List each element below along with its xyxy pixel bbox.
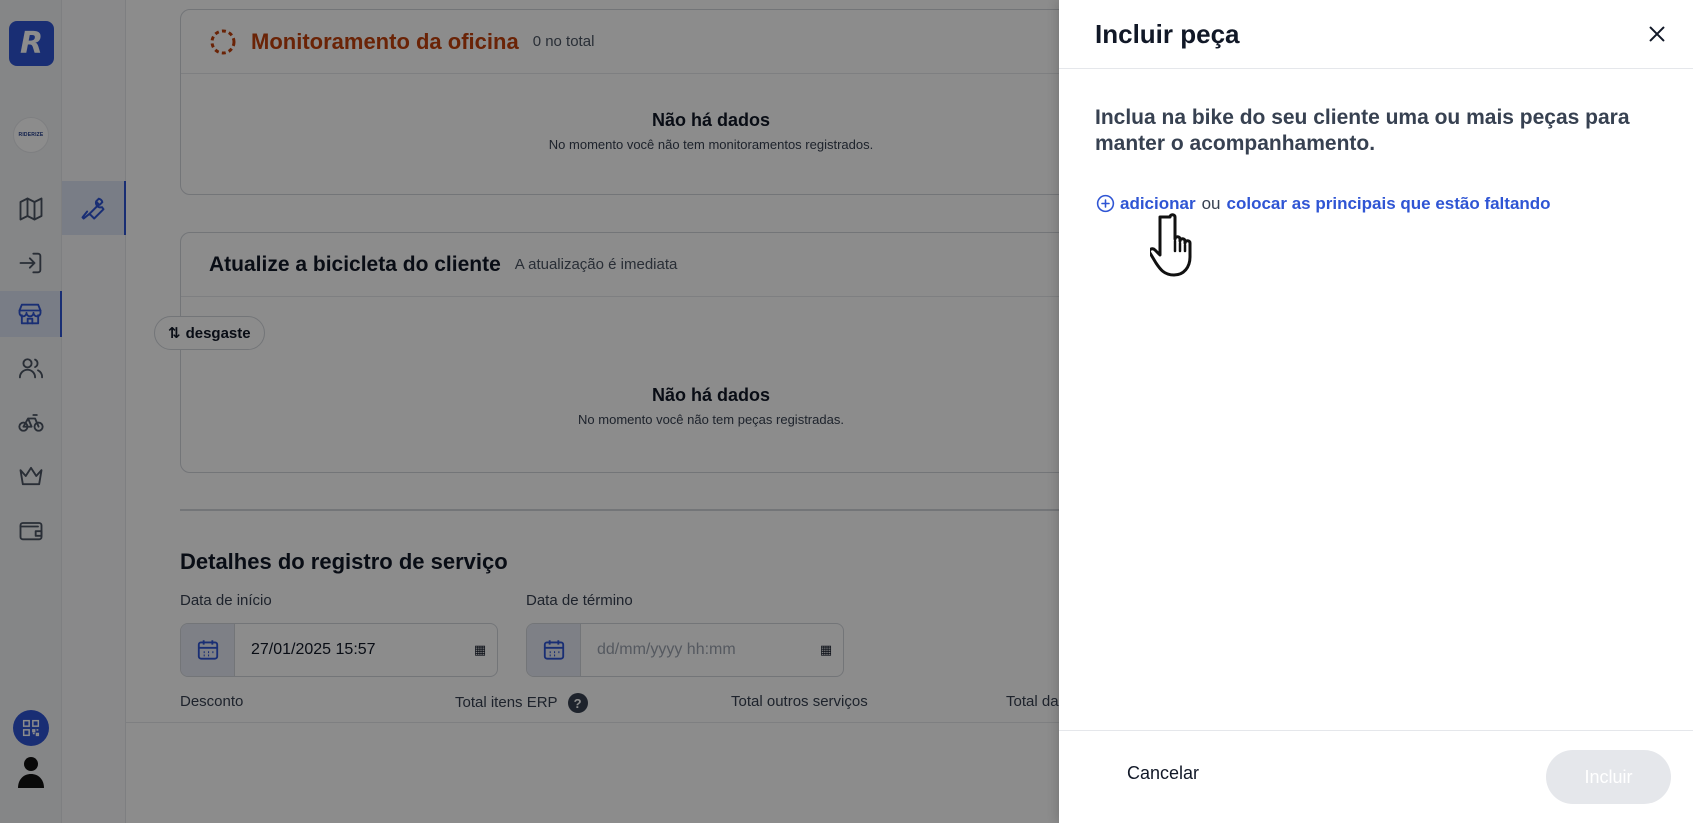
plus-circle-icon[interactable] [1095, 193, 1116, 214]
close-button[interactable] [1641, 18, 1673, 50]
drawer-description: Inclua na bike do seu cliente uma ou mai… [1095, 106, 1630, 155]
drawer-title: Incluir peça [1095, 18, 1240, 49]
cancel-button[interactable]: Cancelar [1101, 750, 1225, 796]
include-part-drawer: Incluir peça Inclua na bike do seu clien… [1059, 0, 1693, 823]
close-icon [1649, 26, 1665, 42]
add-missing-parts-link[interactable]: colocar as principais que estão faltando [1227, 194, 1551, 214]
drawer-footer: Cancelar Incluir [1059, 730, 1693, 823]
include-button[interactable]: Incluir [1546, 750, 1671, 804]
drawer-header: Incluir peça [1059, 0, 1693, 69]
pointer-hand-cursor-icon [1150, 213, 1192, 277]
